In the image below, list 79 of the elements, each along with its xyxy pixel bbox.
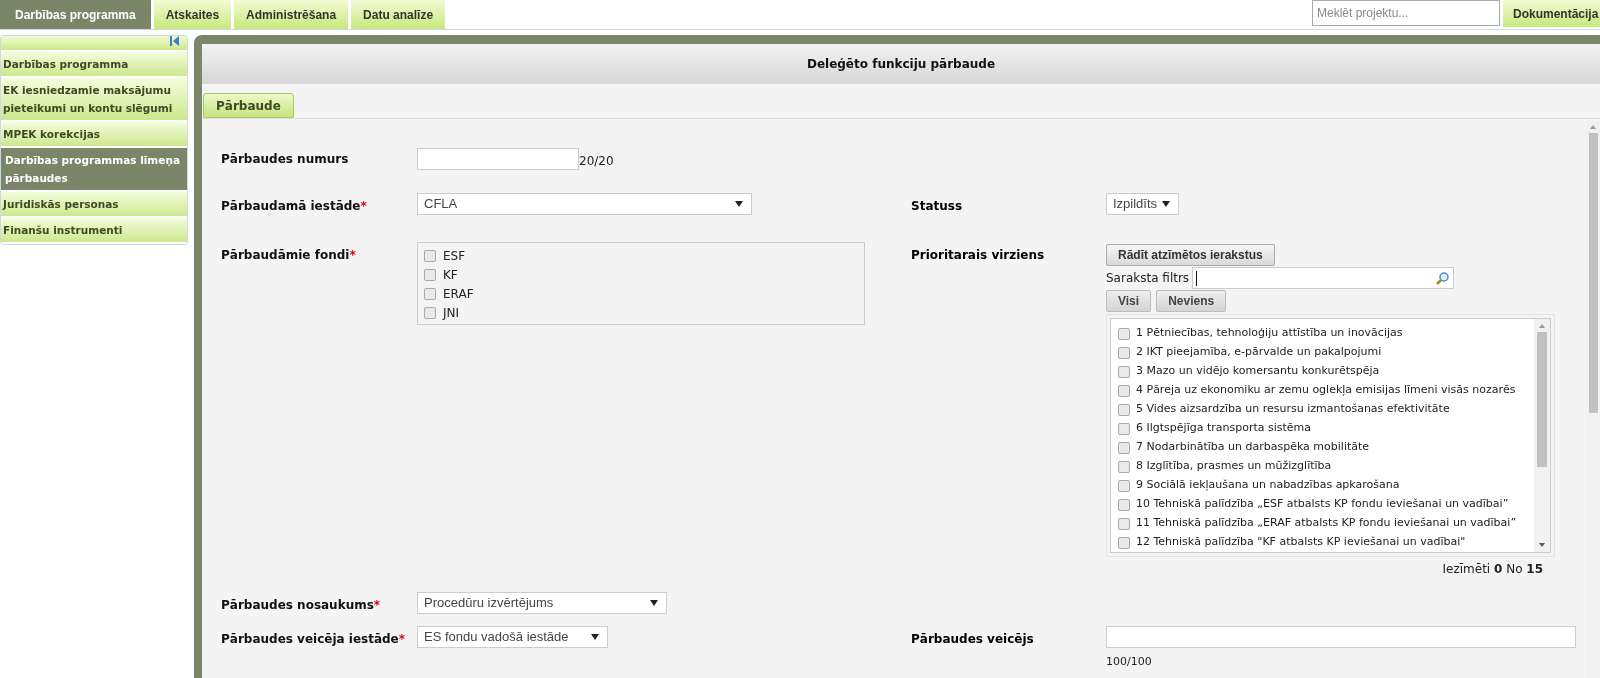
checkbox[interactable] [424, 249, 436, 262]
list-option-label: 4 Pāreja uz ekonomiku ar zemu oglekļa emisijas līmeni visās nozarēs [1136, 382, 1516, 399]
list-option-label: 8 Izglītība, prasmes un mūžizglītība [1136, 458, 1332, 475]
field-label: Statuss [911, 199, 963, 213]
checkbox[interactable] [424, 268, 436, 281]
checkbox[interactable] [1118, 346, 1130, 359]
field-label: Pārbaudamā iestāde [221, 199, 361, 213]
checkbox[interactable] [1118, 403, 1130, 416]
character-counter: 100/100 [1106, 655, 1152, 668]
list-option-label: 3 Mazo un vidējo komersantu konkurētspēja [1136, 363, 1380, 380]
caret-icon [1162, 201, 1170, 207]
checkbox[interactable] [424, 306, 436, 319]
search-field[interactable]: Meklēt projektu... [1312, 0, 1500, 26]
checkbox[interactable] [1118, 384, 1130, 397]
list-option-label: 9 Sociālā iekļaušana un nabadzības apkarošana [1136, 477, 1400, 494]
selection-count: Iezīmēti 0 No 15 [1442, 562, 1543, 576]
list-option-label: 2 IKT pieejamība, e-pārvalde un pakalpojumi [1136, 344, 1382, 361]
field-label: Prioritarais virziens [911, 248, 1045, 262]
field-label: Pārbaudāmie fondi [221, 248, 350, 262]
required-mark: * [398, 632, 406, 646]
scrollbar[interactable] [1534, 319, 1550, 552]
select-all-button[interactable]: Visi [1106, 290, 1152, 312]
checkbox[interactable] [1118, 460, 1130, 473]
checkbox-label: ERAF [443, 285, 474, 303]
nav-tab[interactable]: Administrēšana [234, 0, 349, 29]
input-field[interactable] [1106, 626, 1576, 648]
documentation-button[interactable]: Dokumentācija [1503, 0, 1600, 27]
search-icon[interactable] [1436, 271, 1450, 285]
checkbox[interactable] [1118, 517, 1130, 530]
list-option-label: 6 Ilgtspējīga transporta sistēma [1136, 420, 1312, 437]
field-label: Pārbaudes numurs [221, 152, 349, 166]
dropdown[interactable]: Izpildīts [1106, 193, 1179, 215]
list-option-label: 12 Tehniskā palīdzība "KF atbalsts KP ieviešanai un vadībai" [1136, 534, 1466, 551]
character-counter: 20/20 [579, 153, 614, 170]
show-marked-button[interactable]: Rādīt atzīmētos ierakstus [1106, 244, 1275, 266]
input-field[interactable] [417, 148, 579, 170]
filter-label: Saraksta filtrs [1106, 270, 1190, 287]
sidebar-item[interactable]: Darbības programmas līmeņa pārbaudes [1, 148, 187, 190]
field-label: Pārbaudes nosaukums [221, 598, 374, 612]
sidebar-item[interactable]: MPEK korekcijas [1, 122, 187, 146]
checkbox[interactable] [1118, 479, 1130, 492]
sidebar-item[interactable]: Darbības programma [1, 52, 187, 76]
checkbox[interactable] [424, 287, 436, 300]
checkbox[interactable] [1118, 441, 1130, 454]
required-mark: * [349, 248, 356, 262]
checkbox[interactable] [1118, 498, 1130, 511]
dropdown[interactable]: Procedūru izvērtējums [417, 592, 667, 614]
panel-title: Deleģēto funkciju pārbaude [806, 56, 996, 73]
required-mark: * [360, 199, 367, 213]
field-label: Pārbaudes veicēja iestāde [221, 632, 399, 646]
caret-icon [650, 600, 658, 606]
checkbox-label: ESF [443, 247, 466, 265]
checkbox-label: JNI [443, 304, 460, 322]
sidebar-item[interactable]: EK iesniedzamie maksājumu pieteikumi un kontu slēgumi [1, 78, 187, 120]
checkbox[interactable] [1118, 536, 1130, 549]
list-option-label: 1 Pētniecības, tehnoloģiju attīstība un inovācijas [1136, 325, 1403, 342]
filter-field[interactable] [1192, 267, 1455, 289]
caret-icon [591, 634, 599, 640]
list-option-label: 10 Tehniskā palīdzība „ESF atbalsts KP fondu ieviešanai un vadībai” [1136, 496, 1509, 513]
select-none-button[interactable]: Neviens [1156, 290, 1227, 312]
checkbox[interactable] [1118, 327, 1130, 340]
sidebar-item[interactable]: Juridiskās personas [1, 192, 187, 216]
checkbox[interactable] [1118, 422, 1130, 435]
nav-tab[interactable]: Atskaites [153, 0, 232, 29]
list-option-label: 7 Nodarbinātība un darbaspēka mobilitāte [1136, 439, 1370, 456]
caret-icon [735, 201, 743, 207]
nav-tab[interactable]: Darbības programma [0, 0, 151, 29]
nav-tab[interactable]: Datu analīze [351, 0, 446, 29]
required-mark: * [373, 598, 381, 612]
checkbox-label: KF [443, 266, 458, 284]
collapse-icon[interactable] [170, 36, 179, 46]
dropdown[interactable]: ES fondu vadošā iestāde [417, 626, 608, 648]
list-option-label: 5 Vides aizsardzība un resursu izmantošanas efektivitāte [1136, 401, 1450, 418]
form-tab[interactable]: Pārbaude [203, 93, 294, 118]
dropdown[interactable]: CFLA [417, 193, 752, 215]
field-label: Pārbaudes veicējs [911, 632, 1034, 646]
checkbox[interactable] [1118, 365, 1130, 378]
list-option-label: 11 Tehniskā palīdzība „ERAF atbalsts KP fondu ieviešanai un vadībai” [1136, 515, 1517, 532]
sidebar-item[interactable]: Finanšu instrumenti [1, 218, 187, 242]
